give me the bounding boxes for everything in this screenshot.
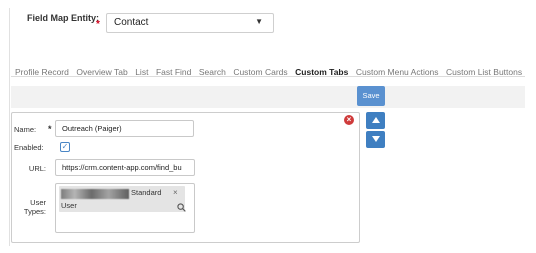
arrow-up-icon	[371, 117, 380, 123]
redacted-image	[61, 189, 129, 199]
close-circle-icon[interactable]: ×	[344, 115, 354, 125]
user-type-chip: Standard User ×	[59, 186, 185, 212]
user-types-multiselect[interactable]: Standard User ×	[55, 183, 195, 233]
save-button[interactable]: Save	[357, 86, 385, 106]
left-divider	[9, 8, 10, 246]
check-icon: ✓	[61, 142, 69, 151]
field-map-entity-value: Contact	[114, 17, 149, 28]
url-label: URL:	[28, 164, 46, 173]
search-icon[interactable]	[177, 203, 186, 212]
name-input[interactable]: Outreach (Paiger)	[55, 120, 194, 137]
url-input[interactable]: https://crm.content-app.com/find_bu	[55, 159, 195, 176]
toolbar	[11, 86, 525, 108]
move-up-button[interactable]	[366, 112, 385, 129]
move-down-button[interactable]	[366, 131, 385, 148]
required-indicator: *	[96, 19, 100, 30]
tab-divider	[11, 76, 525, 77]
field-map-entity-label: Field Map Entity:	[27, 13, 99, 23]
user-type-chip-label-line1: Standard	[131, 188, 162, 197]
chip-remove-button[interactable]: ×	[173, 188, 178, 197]
name-label: Name:	[14, 125, 37, 134]
enabled-checkbox[interactable]: ✓	[60, 142, 70, 152]
tab-bar: Profile Record Overview Tab List Fast Find S…	[15, 62, 530, 77]
user-types-label-line1: User	[30, 198, 46, 207]
arrow-down-icon	[371, 136, 380, 142]
user-types-label-line2: Types:	[23, 207, 46, 216]
name-required-indicator: *	[48, 124, 52, 134]
enabled-label: Enabled:	[14, 143, 44, 152]
chevron-down-icon: ▼	[255, 17, 263, 26]
field-map-entity-select[interactable]: Contact ▼	[106, 13, 274, 33]
user-type-chip-label-line2: User	[61, 201, 77, 210]
